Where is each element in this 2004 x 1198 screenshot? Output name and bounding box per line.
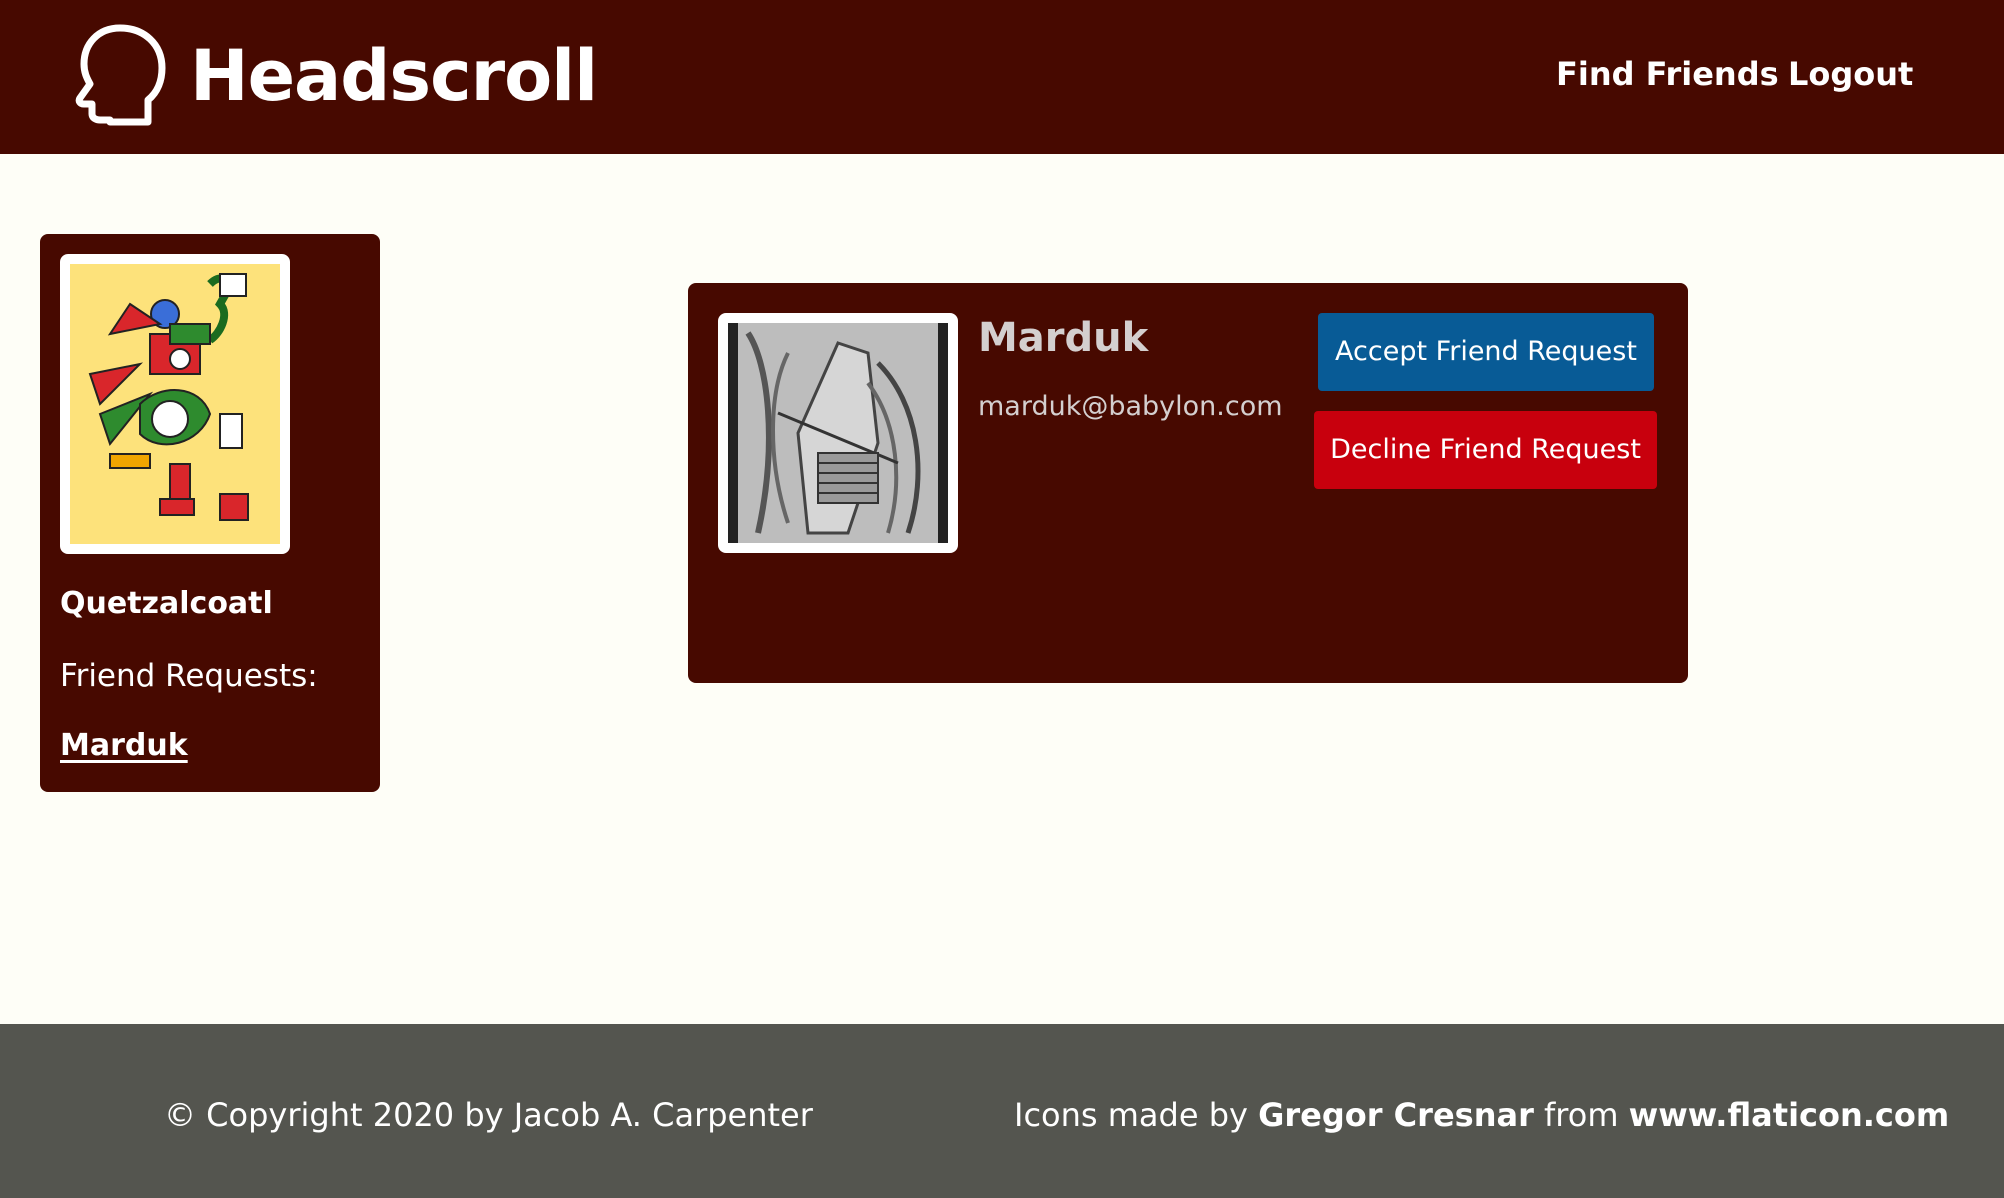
requester-email: marduk@babylon.com xyxy=(978,391,1283,422)
credits-prefix: Icons made by xyxy=(1014,1096,1259,1134)
site-header: Headscroll Find Friends Logout xyxy=(0,0,2004,154)
user-name: Quetzalcoatl xyxy=(60,586,273,621)
app-title[interactable]: Headscroll xyxy=(190,34,598,118)
marduk-relief-image xyxy=(728,323,948,543)
logout-link[interactable]: Logout xyxy=(1788,52,1913,96)
user-avatar xyxy=(60,254,290,554)
accept-friend-request-button[interactable]: Accept Friend Request xyxy=(1318,313,1654,391)
find-friends-link[interactable]: Find Friends xyxy=(1556,52,1779,96)
profile-sidebar: Quetzalcoatl Friend Requests: Marduk xyxy=(40,234,380,792)
decline-friend-request-button[interactable]: Decline Friend Request xyxy=(1314,411,1657,489)
quetzalcoatl-illustration xyxy=(70,264,280,544)
credits-author: Gregor Cresnar xyxy=(1258,1096,1534,1134)
copyright-text: © Copyright 2020 by Jacob A. Carpenter xyxy=(164,1096,813,1134)
site-footer: © Copyright 2020 by Jacob A. Carpenter I… xyxy=(0,1024,2004,1198)
friend-requests-label: Friend Requests: xyxy=(60,658,318,694)
head-outline-icon[interactable] xyxy=(74,22,166,126)
requester-avatar xyxy=(718,313,958,553)
requester-name: Marduk xyxy=(978,315,1149,361)
credits-site: www.flaticon.com xyxy=(1628,1096,1950,1134)
icon-credits: Icons made by Gregor Cresnar from www.fl… xyxy=(1014,1096,1949,1134)
friend-request-card: Marduk marduk@babylon.com Accept Friend … xyxy=(688,283,1688,683)
credits-middle: from xyxy=(1533,1096,1629,1134)
friend-request-link[interactable]: Marduk xyxy=(60,728,188,763)
